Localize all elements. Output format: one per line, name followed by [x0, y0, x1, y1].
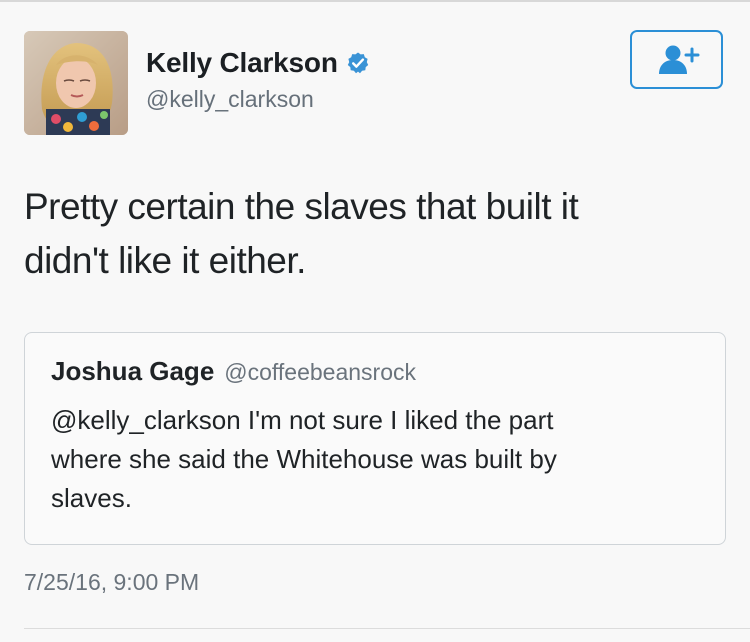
divider [24, 628, 750, 629]
tweet-text-line: didn't like it either. [24, 240, 306, 281]
author-handle[interactable]: @kelly_clarkson [146, 86, 314, 113]
quoted-tweet-text: @kelly_clarkson I'm not sure I liked the… [51, 401, 701, 518]
tweet-text-line: Pretty certain the slaves that built it [24, 186, 579, 227]
author-display-name[interactable]: Kelly Clarkson [146, 47, 338, 79]
quoted-author-name[interactable]: Joshua Gage [51, 356, 214, 387]
quoted-text-line: @kelly_clarkson I'm not sure I liked the… [51, 405, 554, 435]
tweet-text: Pretty certain the slaves that built it … [24, 180, 714, 288]
quoted-author-handle[interactable]: @coffeebeansrock [224, 359, 416, 386]
avatar-photo-icon [24, 31, 128, 135]
follow-user-icon [658, 45, 699, 74]
follow-button[interactable] [630, 30, 723, 89]
tweet-timestamp[interactable]: 7/25/16, 9:00 PM [24, 569, 199, 596]
verified-badge-icon [346, 51, 370, 75]
quoted-tweet-header: Joshua Gage @coffeebeansrock [51, 356, 416, 387]
quoted-text-line: slaves. [51, 483, 132, 513]
author-name-row: Kelly Clarkson [146, 47, 370, 79]
tweet-card: Kelly Clarkson @kelly_clarkson Pretty ce… [0, 0, 750, 642]
quoted-text-line: where she said the Whitehouse was built … [51, 444, 557, 474]
author-avatar[interactable] [24, 31, 128, 135]
quoted-tweet[interactable]: Joshua Gage @coffeebeansrock @kelly_clar… [24, 332, 726, 545]
